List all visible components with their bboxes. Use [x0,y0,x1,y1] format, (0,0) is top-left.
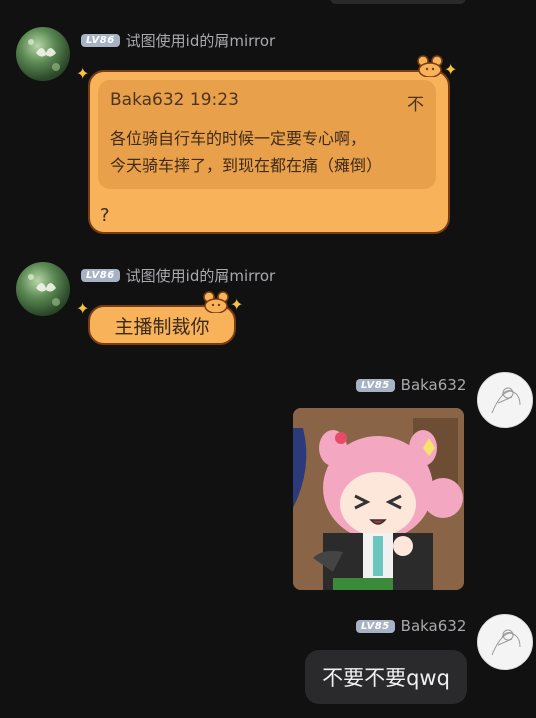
avatar-image [28,39,60,71]
sender-name[interactable]: Baka632 [401,617,467,635]
level-badge: LV86 [81,269,120,282]
quote-text-line: 各位骑自行车的时候一定要专心啊， [110,129,367,148]
avatar-image [28,274,60,306]
avatar[interactable] [16,27,70,81]
anime-sticker-image[interactable] [293,408,464,590]
sparkle-icon: ✦ [76,64,90,83]
level-badge: LV85 [356,378,395,392]
message-text: ? [100,205,110,226]
level-badge: LV86 [81,34,120,47]
sender-name[interactable]: Baka632 [401,376,467,394]
message-text: 不要不要qwq [322,666,450,690]
sender-name[interactable]: 试图使用id的屑mirror [126,30,276,51]
sender-meta: LV86 试图使用id的屑mirror [81,30,275,51]
bear-ears-icon [203,291,229,313]
sender-meta: LV85 Baka632 [356,617,466,635]
sender-meta: LV85 Baka632 [356,376,466,394]
message-bubble[interactable]: Baka632 19:23 不 各位骑自行车的时候一定要专心啊， 今天骑车摔了，… [88,70,450,234]
sender-name[interactable]: 试图使用id的屑mirror [126,265,276,286]
sender-meta: LV86 试图使用id的屑mirror [81,265,275,286]
avatar[interactable] [16,262,70,316]
quote-text-line: 今天骑车摔了，到现在都在痛（瘫倒） [110,156,383,175]
level-badge: LV85 [356,619,395,633]
sparkle-icon: ✦ [230,295,244,314]
message-bubble[interactable]: 不要不要qwq [305,650,467,704]
avatar[interactable] [477,614,533,670]
message-text: 主播制裁你 [114,315,210,338]
previous-message-bubble [330,0,466,4]
quote-close-icon: 不 [407,95,424,115]
avatar[interactable] [477,372,533,428]
quoted-message[interactable]: Baka632 19:23 不 各位骑自行车的时候一定要专心啊， 今天骑车摔了，… [98,80,436,189]
sparkle-icon: ✦ [444,60,458,79]
bear-ears-icon [417,55,443,77]
avatar-image [491,387,521,414]
sparkle-icon: ✦ [76,299,90,318]
avatar-image [491,629,521,656]
quote-author-time: Baka632 19:23 [110,90,239,110]
